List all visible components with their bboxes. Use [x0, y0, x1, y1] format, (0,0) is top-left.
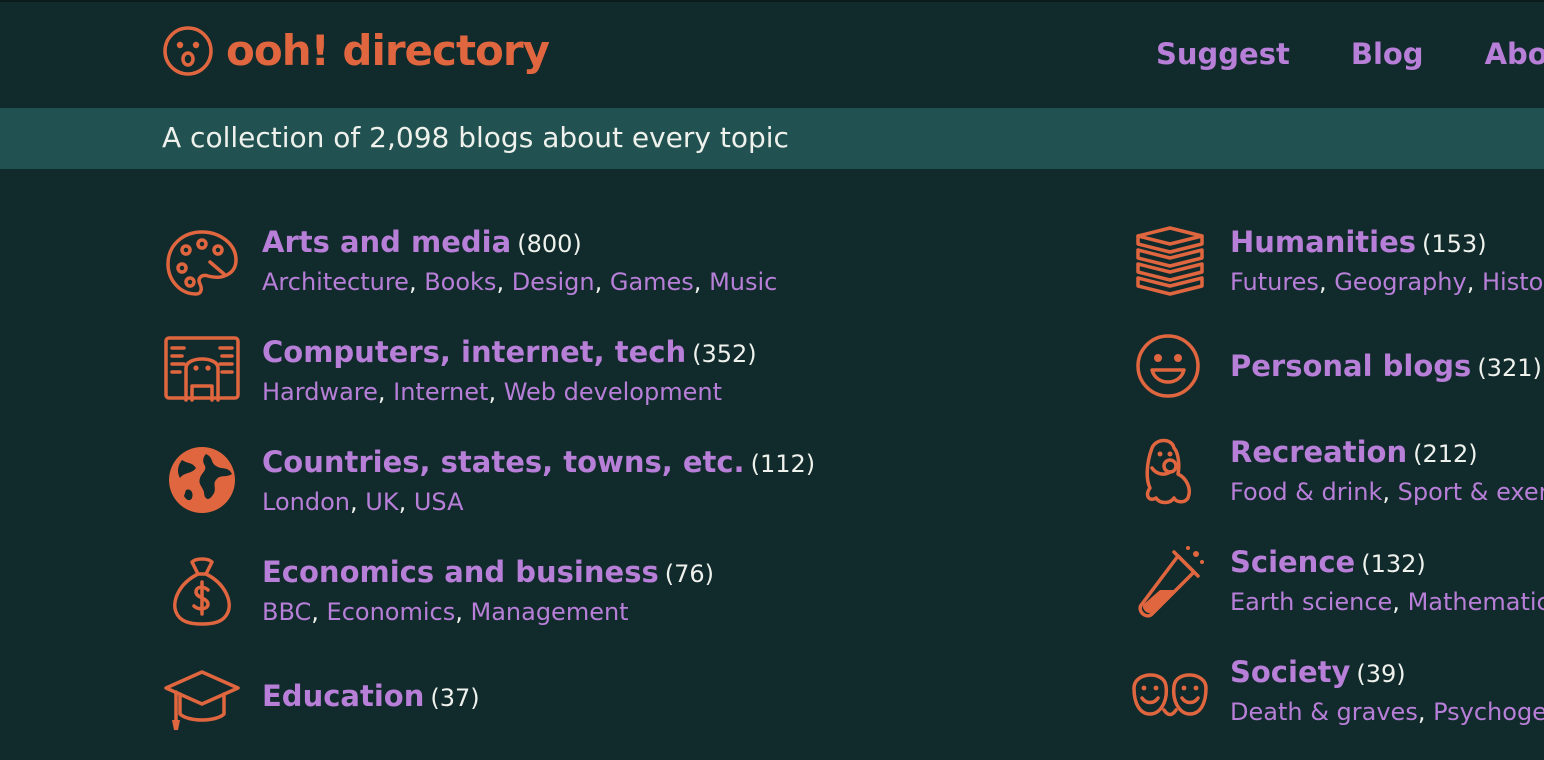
globe-icon — [169, 447, 235, 513]
money-bag-icon — [173, 557, 231, 626]
subcategory-link[interactable]: Web development — [504, 378, 722, 406]
subcategory-link[interactable]: Mathematics — [1408, 588, 1544, 616]
smiley-face-icon — [1136, 334, 1200, 398]
category-computers-internet-tech: Computers, internet, tech (352) Hardware,… — [162, 334, 1062, 434]
subcategory-link[interactable]: History — [1482, 268, 1544, 296]
subcategory-link[interactable]: Music — [709, 268, 777, 296]
subcategory-list: Earth science, Mathematics — [1230, 586, 1544, 618]
ghost-icon — [1145, 438, 1191, 505]
computer-screen-icon — [164, 336, 240, 402]
tagline-band: A collection of 2,098 blogs about every … — [0, 108, 1544, 169]
test-tube-icon — [1138, 546, 1204, 618]
category-recreation: Recreation (212) Food & drink, Sport & ex… — [1130, 434, 1544, 534]
category-title-link[interactable]: Humanities — [1230, 225, 1416, 259]
subcategory-link[interactable]: Sport & exercise — [1398, 478, 1544, 506]
graduation-cap-icon — [164, 670, 240, 730]
category-arts-and-media: Arts and media (800) Architecture, Books,… — [162, 224, 1062, 324]
category-title-link[interactable]: Countries, states, towns, etc. — [262, 445, 745, 479]
subcategory-link[interactable]: Books — [424, 268, 496, 296]
category-title-link[interactable]: Science — [1230, 545, 1355, 579]
subcategory-link[interactable]: Internet — [393, 378, 488, 406]
subcategory-list: BBC, Economics, Management — [262, 598, 629, 626]
palette-icon — [166, 230, 238, 296]
subcategory-link[interactable]: Geography — [1334, 268, 1467, 296]
category-count: (39) — [1356, 660, 1406, 688]
category-science: Science(132) Earth science, Mathematics — [1130, 544, 1544, 644]
category-count: (352) — [692, 340, 757, 368]
category-count: (800) — [517, 230, 582, 258]
site-logo-link[interactable]: ooh! directory — [162, 24, 550, 78]
nav-suggest-link[interactable]: Suggest — [1156, 32, 1290, 76]
subcategory-link[interactable]: UK — [365, 488, 398, 516]
subcategory-link[interactable]: Games — [610, 268, 694, 296]
category-count: (132) — [1361, 550, 1426, 578]
category-society: Society(39) Death & graves, Psychogeogra… — [1130, 654, 1544, 754]
category-economics-and-business: Economics and business (76) BBC, Economic… — [162, 554, 1062, 654]
category-count: (112) — [750, 450, 816, 478]
category-personal-blogs: Personal blogs (321) — [1130, 330, 1544, 430]
site-brand-name: ooh! directory — [226, 26, 550, 75]
category-title-link[interactable]: Arts and media — [262, 225, 511, 259]
category-humanities: Humanities (153) Futures, Geography, Hist… — [1130, 224, 1544, 324]
site-tagline: A collection of 2,098 blogs about every … — [162, 121, 789, 154]
subcategory-link[interactable]: Architecture — [262, 268, 409, 296]
category-title-link[interactable]: Society — [1230, 655, 1350, 689]
subcategory-link[interactable]: Futures — [1230, 268, 1319, 296]
category-title-link[interactable]: Computers, internet, tech — [262, 335, 686, 369]
subcategory-list: Architecture, Books, Design, Games, Musi… — [262, 268, 778, 296]
subcategory-link[interactable]: Management — [470, 598, 628, 626]
subcategory-link[interactable]: BBC — [262, 598, 311, 626]
category-title-link[interactable]: Education — [262, 679, 424, 713]
subcategory-link[interactable]: Earth science — [1230, 588, 1392, 616]
subcategory-list: Futures, Geography, History — [1230, 266, 1544, 298]
subcategory-link[interactable]: Hardware — [262, 378, 378, 406]
subcategory-list: London, UK, USA — [262, 488, 464, 516]
subcategory-link[interactable]: Design — [512, 268, 595, 296]
subcategory-list: Hardware, Internet, Web development — [262, 378, 722, 406]
subcategory-list: Food & drink, Sport & exercise — [1230, 476, 1544, 508]
subcategory-link[interactable]: Psychogeography — [1433, 698, 1544, 726]
category-count: (321) — [1477, 354, 1542, 382]
two-faces-icon — [1132, 673, 1208, 717]
category-count: (212) — [1413, 440, 1478, 468]
nav-about-link[interactable]: About — [1485, 32, 1544, 76]
subcategory-link[interactable]: Food & drink — [1230, 478, 1382, 506]
subcategory-list: Death & graves, Psychogeography — [1230, 696, 1544, 728]
surprised-face-icon — [163, 26, 213, 76]
subcategory-link[interactable]: London — [262, 488, 350, 516]
category-count: (153) — [1422, 230, 1487, 258]
nav-blog-link[interactable]: Blog — [1351, 32, 1424, 76]
category-count: (37) — [430, 684, 480, 712]
category-count: (76) — [664, 560, 714, 588]
site-header: ooh! directory Suggest Blog About — [0, 0, 1544, 110]
category-title-link[interactable]: Recreation — [1230, 435, 1407, 469]
subcategory-link[interactable]: Economics — [327, 598, 456, 626]
subcategory-link[interactable]: USA — [414, 488, 464, 516]
main-nav: Suggest Blog About — [1156, 32, 1544, 76]
category-title-link[interactable]: Personal blogs — [1230, 349, 1471, 383]
category-title-link[interactable]: Economics and business — [262, 555, 659, 589]
books-stack-icon — [1136, 226, 1204, 296]
subcategory-link[interactable]: Death & graves — [1230, 698, 1418, 726]
category-countries-states-towns: Countries, states, towns, etc. (112) Lond… — [162, 444, 1062, 544]
category-education: Education (37) — [162, 660, 1062, 760]
